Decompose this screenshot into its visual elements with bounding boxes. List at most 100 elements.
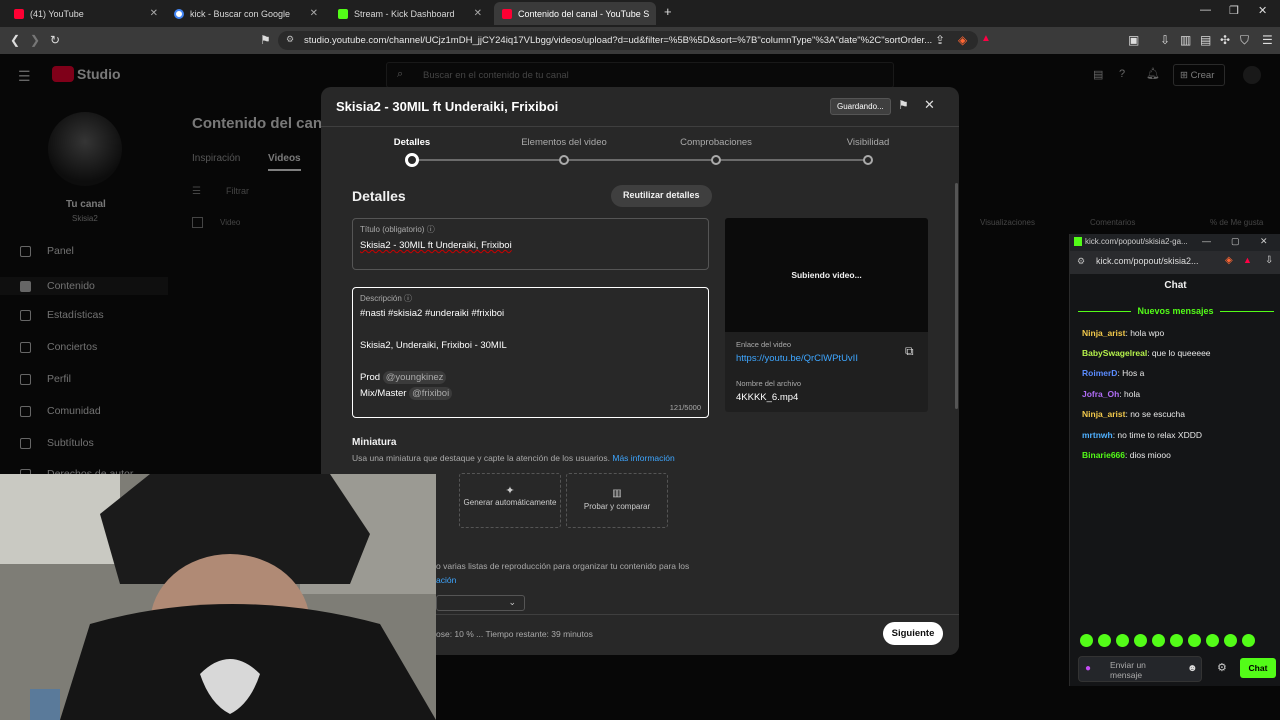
install-icon[interactable]: ▣ xyxy=(1128,33,1139,47)
thumbnail-help: Usa una miniatura que destaque y capte l… xyxy=(352,453,675,463)
generate-thumbnail-button[interactable]: ✦ Generar automáticamente xyxy=(459,473,561,528)
settings-gear-icon[interactable]: ⚙ xyxy=(1217,661,1227,674)
emote-icon[interactable] xyxy=(1224,634,1237,647)
test-label: Probar y comparar xyxy=(583,502,651,511)
close-icon[interactable]: ✕ xyxy=(1260,236,1268,247)
chat-username[interactable]: RoimerD xyxy=(1082,368,1117,378)
minimize-icon[interactable]: — xyxy=(1200,4,1211,16)
title-field[interactable]: Título (obligatorio) ⓘ Skisia2 - 30MIL f… xyxy=(352,218,709,270)
extensions-icon[interactable]: ✣ xyxy=(1220,33,1230,47)
chat-text: : no se escucha xyxy=(1125,409,1186,419)
step-dot[interactable] xyxy=(863,155,873,165)
close-tab-icon[interactable]: ✕ xyxy=(474,8,482,19)
chat-username[interactable]: Ninja_arist xyxy=(1082,328,1125,338)
emoji-icon[interactable]: ☻ xyxy=(1187,663,1198,674)
copy-icon[interactable]: ⧉ xyxy=(905,344,914,359)
dialog-title: Skisia2 - 30MIL ft Underaiki, Frixiboi xyxy=(336,99,559,114)
emote-bar xyxy=(1080,634,1270,648)
scrollbar[interactable] xyxy=(955,183,958,409)
new-tab-button[interactable]: + xyxy=(664,4,672,19)
chat-text: : hola wpo xyxy=(1125,328,1165,338)
wallet-icon[interactable]: ▤ xyxy=(1200,33,1211,47)
mention-chip[interactable]: @youngkinez xyxy=(382,371,447,384)
minimize-icon[interactable]: — xyxy=(1202,236,1211,246)
reuse-details-button[interactable]: Reutilizar detalles xyxy=(611,185,712,207)
bookmark-icon[interactable]: ⚑ xyxy=(260,33,271,47)
close-tab-icon[interactable]: ✕ xyxy=(310,8,318,19)
reload-icon[interactable]: ↻ xyxy=(50,33,60,47)
menu-icon[interactable]: ☰ xyxy=(1262,33,1273,47)
browser-tab-active[interactable]: Contenido del canal - YouTube S ✕ xyxy=(494,2,656,25)
back-icon[interactable]: ❮ xyxy=(10,33,20,47)
close-tab-icon[interactable]: ✕ xyxy=(150,8,158,19)
chat-username[interactable]: mrtnwh xyxy=(1082,430,1113,440)
forward-icon[interactable]: ❯ xyxy=(30,33,40,47)
chat-username[interactable]: BabySwagelreal xyxy=(1082,348,1147,358)
rewards-icon[interactable]: ▲ xyxy=(981,33,991,44)
emote-icon[interactable] xyxy=(1080,634,1093,647)
download-icon[interactable]: ⇩ xyxy=(1160,33,1170,47)
chat-address-bar[interactable]: ⚙ kick.com/popout/skisia2... ◈ ▲ ⇩ xyxy=(1070,251,1280,274)
browser-tab[interactable]: kick - Buscar con Google ✕ xyxy=(166,2,326,25)
close-window-icon[interactable]: ✕ xyxy=(1258,4,1267,17)
step-checks[interactable]: Comprobaciones xyxy=(680,137,752,148)
emote-icon[interactable] xyxy=(1098,634,1111,647)
download-icon[interactable]: ⇩ xyxy=(1265,255,1273,266)
chat-text: : Hos a xyxy=(1117,368,1145,378)
description-field[interactable]: Descripción ⓘ #nasti #skisia2 #underaiki… xyxy=(352,287,709,418)
emote-icon[interactable] xyxy=(1188,634,1201,647)
close-tab-icon[interactable]: ✕ xyxy=(655,8,656,19)
chat-message-input[interactable]: ● Enviar un mensaje ☻ xyxy=(1078,656,1202,682)
close-icon[interactable]: ✕ xyxy=(924,97,935,113)
step-details[interactable]: Detalles xyxy=(394,137,430,148)
brave-shield-icon[interactable]: ◈ xyxy=(958,33,967,47)
description-field-label: Descripción ⓘ xyxy=(360,294,413,303)
feedback-icon[interactable]: ⚑ xyxy=(898,98,909,112)
chat-message: Jofra_Oh: hola xyxy=(1082,389,1140,399)
new-messages-label: Nuevos mensajes xyxy=(1131,306,1220,316)
emote-icon[interactable] xyxy=(1134,634,1147,647)
video-link[interactable]: https://youtu.be/QrClWPtUvII xyxy=(736,353,858,364)
site-info-icon[interactable]: ⚙ xyxy=(1077,256,1085,267)
mention-chip[interactable]: @frixiboi xyxy=(409,387,453,400)
playlist-select[interactable]: ⌄ xyxy=(436,595,525,611)
emote-icon[interactable] xyxy=(1116,634,1129,647)
microphone-icon[interactable]: ● xyxy=(1085,663,1091,674)
url-input[interactable]: ⚙ studio.youtube.com/channel/UCjz1mDH_jj… xyxy=(278,31,978,50)
step-dot-active[interactable] xyxy=(405,153,419,167)
emote-icon[interactable] xyxy=(1170,634,1183,647)
browser-tab[interactable]: Stream - Kick Dashboard ✕ xyxy=(330,2,490,25)
vpn-icon[interactable]: ⛉ xyxy=(1240,33,1249,48)
maximize-icon[interactable]: ▢ xyxy=(1231,236,1240,247)
chat-username[interactable]: Binarie666 xyxy=(1082,450,1125,460)
sidebar-icon[interactable]: ▥ xyxy=(1180,33,1191,47)
chat-username[interactable]: Jofra_Oh xyxy=(1082,389,1119,399)
browser-tab-bar: (41) YouTube ✕ kick - Buscar con Google … xyxy=(0,0,1280,27)
chat-send-button[interactable]: Chat xyxy=(1240,658,1276,678)
step-visibility[interactable]: Visibilidad xyxy=(847,137,890,148)
browser-tab[interactable]: (41) YouTube ✕ xyxy=(6,2,166,25)
address-bar-row: ❮ ❯ ↻ ⚑ ⚙ studio.youtube.com/channel/UCj… xyxy=(0,27,1280,54)
more-info-link[interactable]: Más información xyxy=(612,453,674,463)
emote-icon[interactable] xyxy=(1152,634,1165,647)
brave-shield-icon[interactable]: ◈ xyxy=(1225,255,1233,266)
emote-icon[interactable] xyxy=(1242,634,1255,647)
next-button[interactable]: Siguiente xyxy=(883,622,943,645)
help-icon[interactable]: ⓘ xyxy=(427,225,435,234)
video-preview-card: Subiendo video... Enlace del video https… xyxy=(725,218,928,412)
emote-icon[interactable] xyxy=(1206,634,1219,647)
chat-message: BabySwagelreal: que lo queeeee xyxy=(1082,348,1211,358)
step-video-elements[interactable]: Elementos del video xyxy=(521,137,607,148)
share-icon[interactable]: ⇪ xyxy=(935,33,945,47)
help-icon[interactable]: ⓘ xyxy=(404,294,412,303)
playlist-link[interactable]: ación xyxy=(436,575,456,585)
site-info-icon[interactable]: ⚙ xyxy=(286,34,294,45)
step-dot[interactable] xyxy=(559,155,569,165)
title-input-value[interactable]: Skisia2 - 30MIL ft Underaiki, Frixiboi xyxy=(360,240,512,251)
rewards-icon[interactable]: ▲ xyxy=(1243,255,1252,265)
kick-icon xyxy=(1074,237,1082,246)
chat-username[interactable]: Ninja_arist xyxy=(1082,409,1125,419)
step-dot[interactable] xyxy=(711,155,721,165)
test-compare-button[interactable]: ▥ Probar y comparar xyxy=(566,473,668,528)
maximize-icon[interactable]: ❐ xyxy=(1229,4,1239,17)
